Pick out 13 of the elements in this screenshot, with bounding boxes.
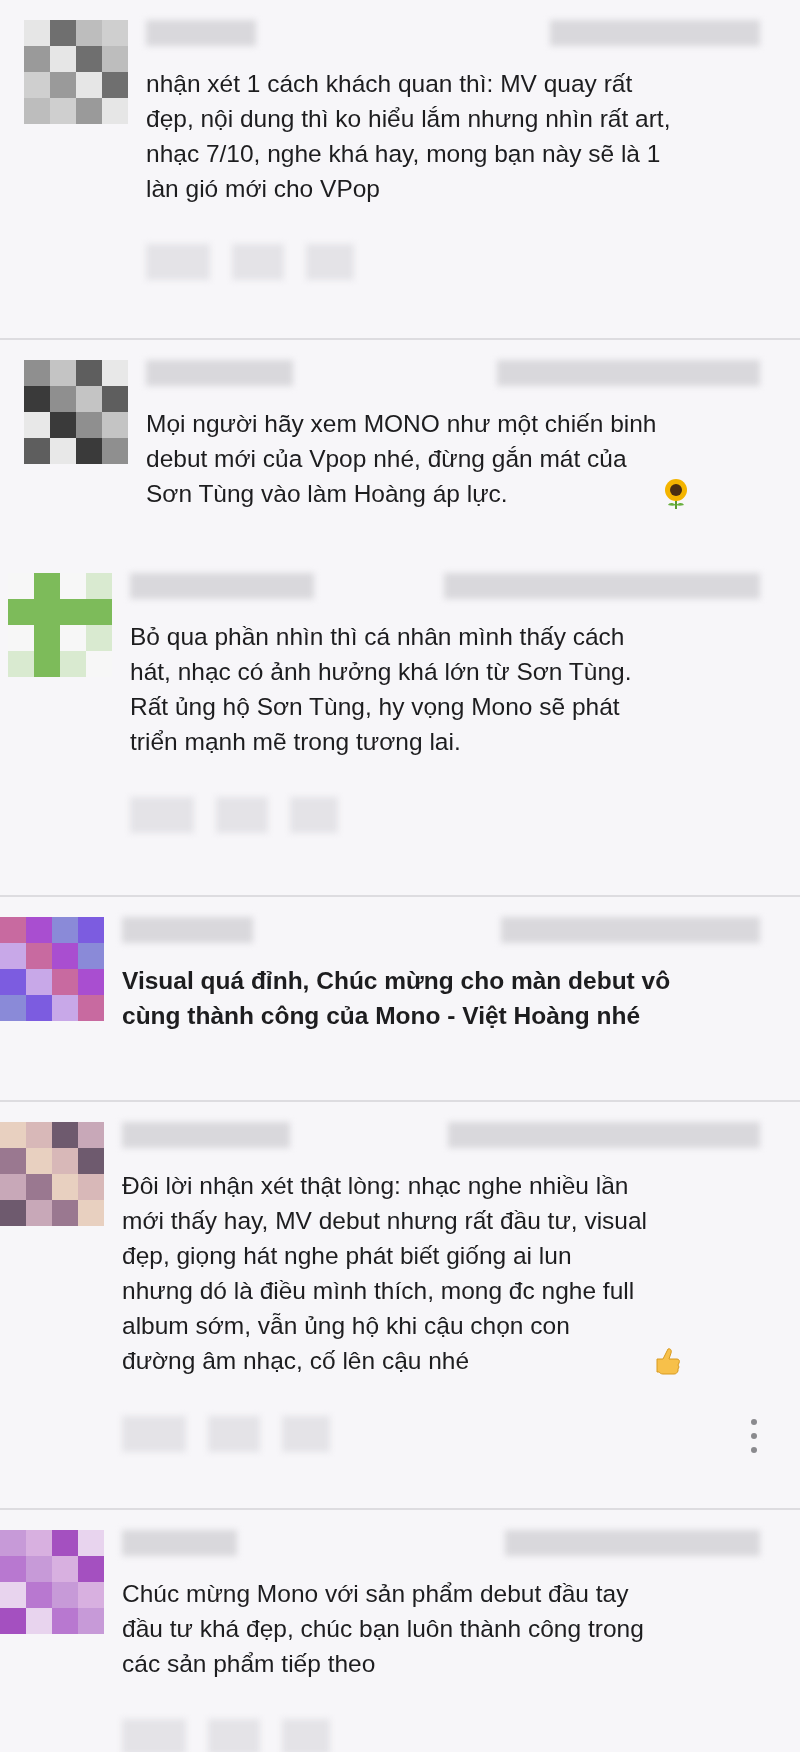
avatar-icon: [0, 1122, 104, 1226]
comment-text: Chúc mừng Mono với sản phẩm debut đầu tay đầu tư khá đẹp, chúc bạn luôn thành công trong các sản phẩm tiếp theo: [122, 1579, 645, 1679]
comment-text: Đôi lời nhận xét thật lòng: nhạc nghe nhiều lần mới thấy hay, MV debut nhưng rất đầu tư, visual đẹp, giọng hát nghe phát biết giống ai lun nhưng dó là điều mình thích, mong đc nghe full album sớm, vẫn ủng hộ khi cậu chọn con đường âm nhạc, cố lên cậu nhé: [122, 1171, 648, 1376]
avatar-icon: [0, 1530, 104, 1634]
avatar-icon: [24, 360, 128, 464]
comment-text: Bỏ qua phần nhìn thì cá nhân mình thấy cách hát, nhạc có ảnh hưởng khá lớn từ Sơn Tùng. Rất ủng hộ Sơn Tùng, hy vọng Mono sẽ phát triển mạnh mẽ trong tương lai.: [130, 622, 633, 757]
comment-text: nhận xét 1 cách khách quan thì: MV quay rất đẹp, nội dung thì ko hiểu lắm nhưng nhìn rất art, nhạc 7/10, nghe khá hay, mong bạn này sẽ là 1 làn gió mới cho VPop: [146, 69, 672, 204]
comment-text: Mọi người hãy xem MONO như một chiến binh debut mới của Vpop nhé, đừng gắn mát của Sơn Tùng vào làm Hoàng áp lực.: [146, 409, 657, 509]
more-options-icon[interactable]: [748, 1416, 760, 1456]
avatar-icon: [8, 573, 112, 677]
avatar-icon: [24, 20, 128, 124]
avatar-icon: [0, 917, 104, 1021]
comment-text: Visual quá đỉnh, Chúc mừng cho màn debut vô cùng thành công của Mono - Việt Hoàng nhé: [122, 966, 672, 1031]
